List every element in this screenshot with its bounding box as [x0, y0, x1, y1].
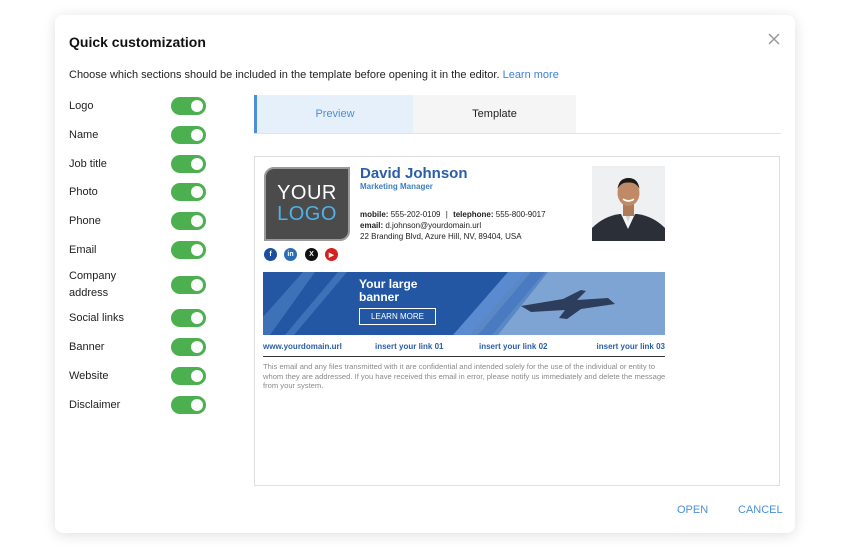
signature-phones: mobile: 555-202-0109 | telephone: 555-80…	[360, 210, 546, 219]
company-logo: YOUR LOGO	[264, 167, 350, 241]
custom-link-01[interactable]: insert your link 01	[375, 342, 443, 351]
banner-title: Your large banner	[359, 278, 417, 304]
tab-preview[interactable]: Preview	[254, 95, 413, 133]
signature-name: David Johnson	[360, 165, 468, 182]
open-button[interactable]: OPEN	[677, 504, 708, 516]
toggle-logo[interactable]	[171, 97, 206, 115]
telephone-number: 555-800-9017	[495, 210, 546, 219]
toggle-photo[interactable]	[171, 183, 206, 201]
tab-template[interactable]: Template	[413, 95, 576, 133]
signature-address: 22 Branding Blvd, Azure Hill, NV, 89404,…	[360, 232, 522, 241]
email-address: d.johnson@yourdomain.url	[385, 221, 482, 230]
mobile-number: 555-202-0109	[390, 210, 441, 219]
learn-more-link[interactable]: Learn more	[503, 69, 559, 81]
toggle-job-title[interactable]	[171, 155, 206, 173]
toggle-disclaimer[interactable]	[171, 396, 206, 414]
toggle-email[interactable]	[171, 241, 206, 259]
toggle-company-address[interactable]	[171, 276, 206, 294]
signature-preview: YOUR LOGO David Johnson Marketing Manage…	[254, 156, 780, 486]
custom-link-03[interactable]: insert your link 03	[597, 342, 665, 351]
toggle-name[interactable]	[171, 126, 206, 144]
signature-disclaimer: This email and any files transmitted wit…	[263, 362, 666, 391]
signature-job-title: Marketing Manager	[360, 182, 433, 191]
telephone-label: telephone:	[453, 210, 494, 219]
signature-links: www.yourdomain.url insert your link 01 i…	[263, 341, 665, 357]
dialog-title: Quick customization	[69, 34, 206, 50]
toggle-website[interactable]	[171, 367, 206, 385]
linkedin-icon[interactable]: in	[284, 248, 297, 261]
x-icon[interactable]: X	[305, 248, 318, 261]
website-link[interactable]: www.yourdomain.url	[263, 342, 342, 351]
toggle-social-links[interactable]	[171, 309, 206, 327]
logo-text-line2: LOGO	[277, 203, 337, 225]
intro-description: Choose which sections should be included…	[69, 69, 500, 81]
toggle-phone[interactable]	[171, 212, 206, 230]
banner-title-line2: banner	[359, 290, 400, 304]
signature-email-line: email: d.johnson@yourdomain.url	[360, 221, 481, 230]
facebook-icon[interactable]: f	[264, 248, 277, 261]
option-company-address-label: Company address	[69, 270, 117, 299]
close-icon[interactable]	[766, 31, 782, 47]
intro-text: Choose which sections should be included…	[69, 69, 559, 81]
mobile-label: mobile:	[360, 210, 389, 219]
banner-title-line1: Your large	[359, 277, 418, 291]
phone-separator: |	[445, 210, 448, 219]
custom-link-02[interactable]: insert your link 02	[479, 342, 547, 351]
quick-customization-dialog: Quick customization Choose which section…	[55, 15, 795, 533]
profile-photo	[592, 166, 665, 241]
logo-text-line1: YOUR	[277, 182, 337, 204]
tab-divider	[254, 133, 781, 134]
email-label: email:	[360, 221, 384, 230]
banner-learn-more-button[interactable]: LEARN MORE	[359, 308, 436, 325]
toggle-banner[interactable]	[171, 338, 206, 356]
signature-banner[interactable]: Your large banner LEARN MORE	[263, 272, 665, 335]
cancel-button[interactable]: CANCEL	[738, 504, 783, 516]
youtube-icon[interactable]: ▶	[325, 248, 338, 261]
